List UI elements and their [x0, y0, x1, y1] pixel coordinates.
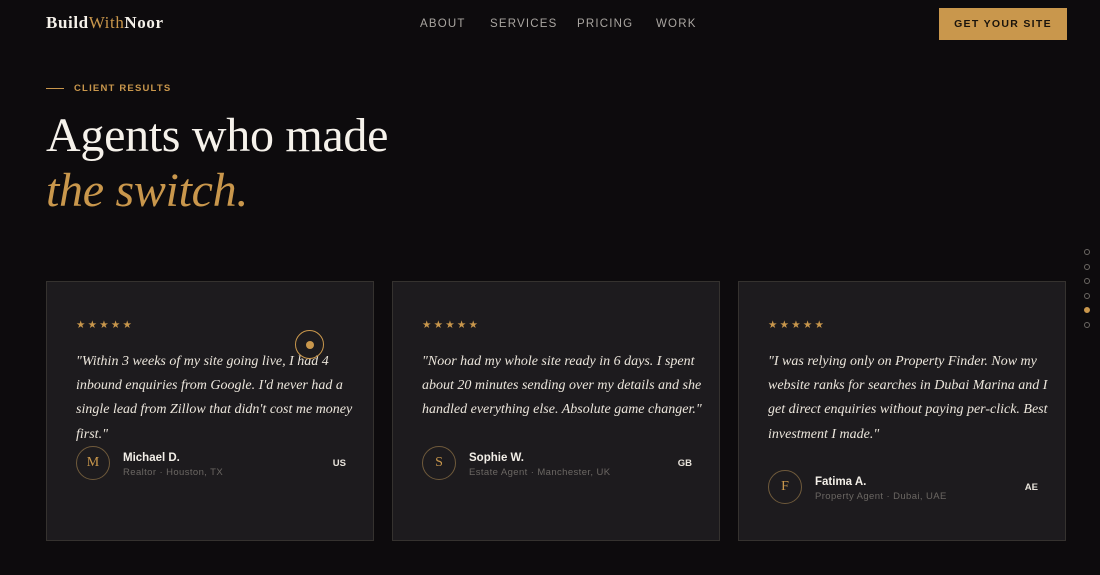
- avatar: F: [768, 470, 802, 504]
- star-rating: ★★★★★: [768, 319, 827, 331]
- country-code: AE: [1024, 482, 1038, 493]
- testimonial-quote: "I was relying only on Property Finder. …: [768, 354, 1048, 442]
- testimonial-card-3: ★★★★★ "I was relying only on Property Fi…: [738, 281, 1066, 541]
- logo-part-2: With: [88, 13, 125, 32]
- section-dot-2[interactable]: [1084, 263, 1090, 270]
- star-rating: ★★★★★: [76, 319, 135, 331]
- get-your-site-button[interactable]: GET YOUR SITE: [939, 8, 1067, 40]
- cursor-dot: [305, 340, 314, 349]
- testimonial-card-2: ★★★★★ "Noor had my whole site ready in 6…: [392, 281, 720, 541]
- author-role: Realtor · Houston, TX: [123, 467, 224, 478]
- logo[interactable]: BuildWithNoor: [46, 13, 164, 33]
- logo-part-1: Build: [46, 13, 89, 32]
- section-eyebrow: CLIENT RESULTS: [46, 83, 171, 94]
- nav-services[interactable]: SERVICES: [490, 18, 558, 30]
- author-role: Property Agent · Dubai, UAE: [815, 491, 947, 502]
- section-heading-line-1: Agents who made: [46, 109, 389, 162]
- country-code: US: [332, 458, 346, 469]
- nav-pricing[interactable]: PRICING: [577, 18, 633, 30]
- author-name: Sophie W.: [469, 452, 524, 464]
- avatar: S: [422, 446, 456, 480]
- testimonial-card-1: ★★★★★ "Within 3 weeks of my site going l…: [46, 281, 374, 541]
- testimonial-quote: "Noor had my whole site ready in 6 days.…: [422, 354, 702, 418]
- eyebrow-rule: [46, 88, 64, 89]
- avatar: M: [76, 446, 110, 480]
- star-rating: ★★★★★: [422, 319, 481, 331]
- country-code: GB: [677, 458, 692, 469]
- testimonial-author: F Fatima A. Property Agent · Dubai, UAE …: [768, 470, 1038, 504]
- logo-part-3: Noor: [124, 13, 164, 32]
- side-section-nav: [1084, 249, 1090, 328]
- author-role: Estate Agent · Manchester, UK: [469, 467, 611, 478]
- author-name: Fatima A.: [815, 476, 867, 488]
- section-dot-5[interactable]: [1084, 307, 1090, 314]
- site-header: BuildWithNoor ABOUT SERVICES PRICING WOR…: [0, 0, 1100, 48]
- author-name: Michael D.: [123, 452, 180, 464]
- section-dot-3[interactable]: [1084, 278, 1090, 285]
- custom-cursor-icon: [295, 330, 324, 359]
- eyebrow-label: CLIENT RESULTS: [74, 83, 172, 94]
- testimonial-quote: "Within 3 weeks of my site going live, I…: [76, 354, 353, 442]
- testimonial-author: M Michael D. Realtor · Houston, TX US: [76, 446, 346, 480]
- section-heading-line-2: the switch.: [46, 164, 249, 217]
- section-dot-4[interactable]: [1084, 292, 1090, 299]
- nav-work[interactable]: WORK: [656, 18, 697, 30]
- section-dot-1[interactable]: [1084, 249, 1090, 255]
- testimonial-author: S Sophie W. Estate Agent · Manchester, U…: [422, 446, 692, 480]
- section-dot-6[interactable]: [1084, 321, 1090, 328]
- nav-about[interactable]: ABOUT: [420, 18, 466, 30]
